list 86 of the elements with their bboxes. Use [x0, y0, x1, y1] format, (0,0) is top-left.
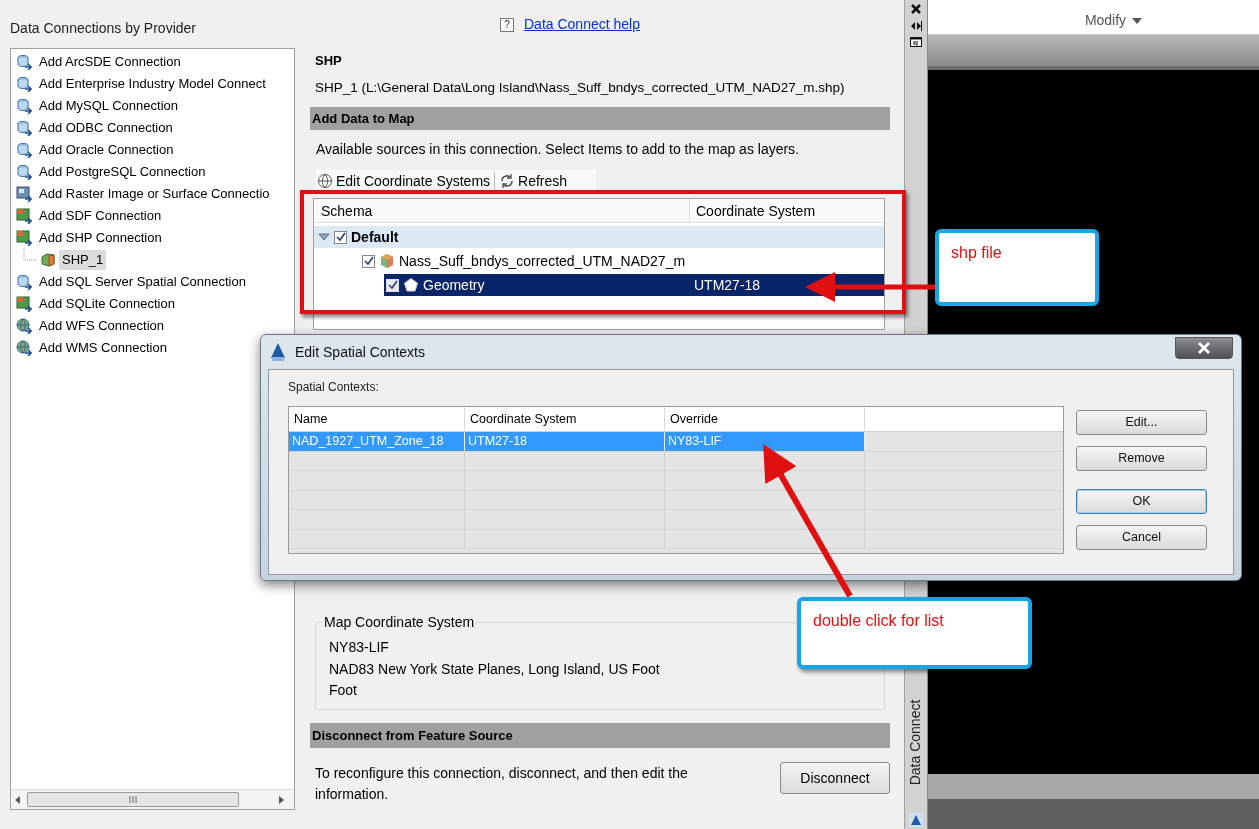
toolbar-button[interactable]: Refresh [498, 170, 569, 192]
section-header: Disconnect from Feature Source [310, 723, 890, 748]
dialog-button[interactable]: Cancel [1076, 525, 1207, 550]
connection-name: SHP [314, 52, 343, 70]
group-label: Spatial Contexts: [288, 379, 380, 395]
dialog-button[interactable]: Edit... [1076, 410, 1207, 435]
provider-item[interactable]: Add Oracle Connection [37, 140, 176, 160]
disconnect-instructions: To reconfigure this connection, disconnect, and then edit the information. [315, 764, 689, 804]
table-cell: UTM27-18 [465, 432, 665, 451]
provider-item[interactable]: Add MySQL Connection [37, 96, 180, 116]
tree-connector [23, 249, 37, 261]
caret-icon [1132, 17, 1143, 24]
provider-item[interactable]: Add ArcSDE Connection [37, 52, 183, 72]
column-header[interactable]: Coordinate System [690, 199, 884, 222]
tree-row[interactable]: Geometry UTM27-18 [384, 274, 884, 296]
tree-item-label: Nass_Suff_bndys_corrected_UTM_NAD27_m [399, 251, 686, 271]
panel-icon [910, 37, 922, 47]
close-icon [1197, 342, 1211, 354]
column-header[interactable]: Schema [314, 199, 690, 222]
column-header[interactable]: Coordinate System [465, 407, 665, 431]
app-logo-icon [269, 342, 287, 362]
app-logo-icon [909, 813, 923, 827]
coordinate-system-units: Foot [329, 681, 358, 700]
table-cell: NAD_1927_UTM_Zone_18 [289, 432, 465, 451]
coordinate-system-value: UTM27-18 [693, 275, 761, 295]
provider-item[interactable]: Add SQL Server Spatial Connection [37, 272, 248, 292]
close-button[interactable] [1175, 337, 1233, 359]
panel-title: Data Connections by Provider [10, 19, 196, 38]
help-icon[interactable]: ? [500, 17, 514, 32]
side-strip-label[interactable]: Data Connect [905, 699, 927, 785]
provider-item[interactable]: Add SQLite Connection [37, 294, 177, 314]
dialog-title: Edit Spatial Contexts [295, 342, 425, 362]
column-header[interactable]: Override [665, 407, 865, 431]
layer-icon [16, 296, 32, 312]
instructions-text: Available sources in this connection. Select Items to add to the map as layers. [315, 140, 800, 158]
database-icon [16, 76, 32, 92]
provider-item[interactable]: Add PostgreSQL Connection [37, 162, 208, 182]
tree-item-label: Default [351, 227, 399, 247]
database-icon [16, 164, 32, 180]
horizontal-scrollbar[interactable] [11, 789, 294, 809]
provider-item[interactable]: Add WFS Connection [37, 316, 166, 336]
connection-source: SHP_1 (L:\General Data\Long Island\Nass_Suff_bndys_corrected_UTM_NAD27_m.shp) [314, 79, 846, 97]
globe-icon [16, 340, 32, 356]
grip-icon [129, 796, 137, 803]
scroll-thumb[interactable] [27, 792, 239, 807]
refresh-icon [499, 173, 516, 189]
layer-icon [16, 230, 32, 246]
database-icon [16, 142, 32, 158]
section-header: Add Data to Map [310, 107, 890, 130]
checkbox[interactable] [334, 230, 347, 244]
callout-text: double click for list [813, 612, 944, 629]
database-icon [16, 54, 32, 70]
provider-item[interactable]: Add Enterprise Industry Model Connect [37, 74, 268, 94]
close-icon [910, 3, 922, 15]
provider-item[interactable]: Add WMS Connection [37, 338, 169, 358]
layer-icon [16, 208, 32, 224]
database-icon [16, 274, 32, 290]
pentagon-icon [403, 277, 419, 293]
ribbon-panel-label[interactable]: Modify [1084, 10, 1143, 31]
tree-row[interactable]: Default [314, 226, 884, 248]
disconnect-button[interactable]: Disconnect [780, 762, 890, 794]
database-icon [16, 98, 32, 114]
provider-item[interactable]: Add ODBC Connection [37, 118, 175, 138]
cube-icon [379, 253, 395, 269]
globe-icon [16, 318, 32, 334]
provider-item[interactable]: Add Raster Image or Surface Connectio [37, 184, 272, 204]
image-icon [16, 186, 32, 202]
group-legend: Map Coordinate System [322, 613, 477, 631]
callout-text: shp file [951, 244, 1002, 261]
provider-item[interactable]: Add SHP Connection [37, 228, 164, 248]
tree-item-label: Geometry [423, 275, 485, 295]
column-header[interactable]: Name [289, 407, 465, 431]
coordinate-system-code: NY83-LIF [329, 638, 390, 657]
checkbox[interactable] [362, 254, 375, 268]
database-icon [16, 120, 32, 136]
arrows-icon [910, 21, 922, 31]
coordinate-system-description: NAD83 New York State Planes, Long Island, US Foot [329, 659, 661, 679]
tree-row[interactable]: Nass_Suff_bndys_corrected_UTM_NAD27_m [360, 250, 884, 272]
provider-item[interactable]: SHP_1 [59, 250, 107, 270]
help-link[interactable]: Data Connect help [524, 14, 640, 35]
dialog-button[interactable]: Remove [1076, 446, 1207, 471]
provider-item[interactable]: Add SDF Connection [37, 206, 164, 226]
dialog-button[interactable]: OK [1076, 489, 1207, 514]
cube-icon [40, 252, 56, 268]
toolbar-button[interactable]: Edit Coordinate Systems [316, 170, 492, 192]
table-cell: NY83-LIF [665, 432, 865, 451]
